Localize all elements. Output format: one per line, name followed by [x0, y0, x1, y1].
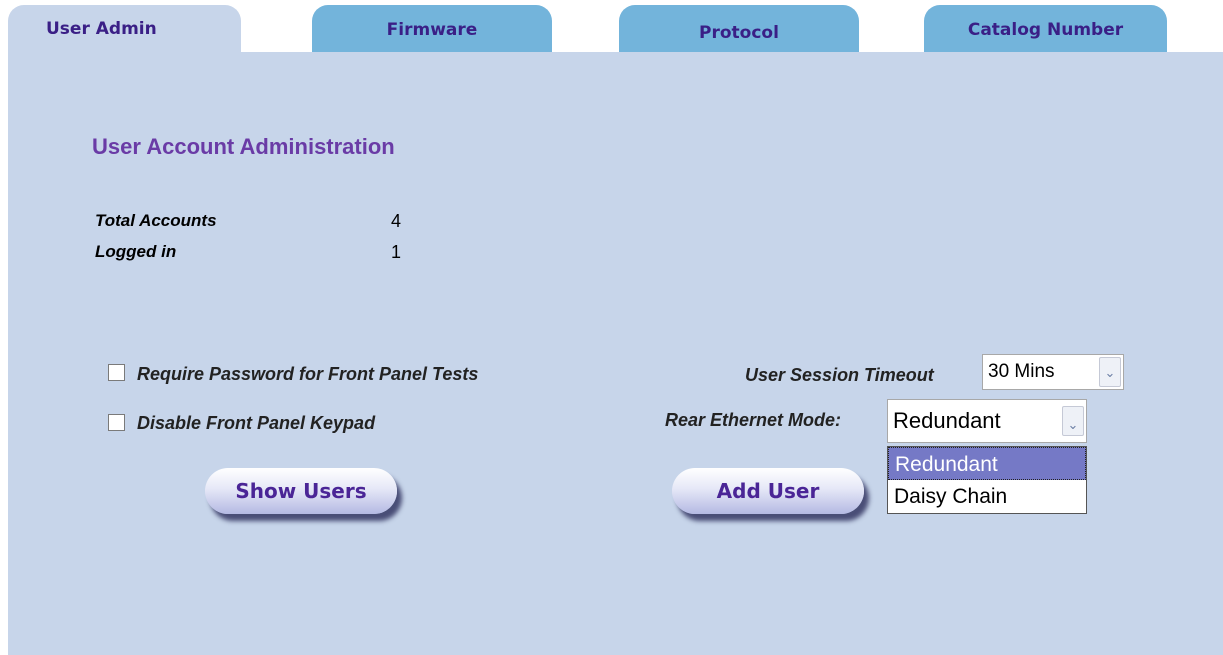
chevron-down-icon[interactable]: ⌄: [1099, 357, 1121, 387]
stat-value-total-accounts: 4: [391, 211, 402, 231]
tab-protocol[interactable]: Protocol: [619, 5, 859, 52]
stat-label-total-accounts: Total Accounts: [95, 211, 217, 230]
require-password-label: Require Password for Front Panel Tests: [137, 364, 479, 384]
show-users-button[interactable]: Show Users: [205, 468, 397, 514]
add-user-button[interactable]: Add User: [672, 468, 864, 514]
tab-label: Firmware: [386, 20, 478, 40]
require-password-checkbox[interactable]: [108, 364, 125, 381]
tab-label: Protocol: [699, 23, 779, 43]
ethernet-mode-value: Redundant: [893, 408, 1001, 433]
dropdown-option-daisy-chain[interactable]: Daisy Chain: [888, 480, 1086, 513]
ethernet-mode-dropdown-list: Redundant Daisy Chain: [887, 446, 1087, 514]
tab-catalog-number[interactable]: Catalog Number: [924, 5, 1167, 52]
session-timeout-select[interactable]: 30 Mins ⌄: [982, 354, 1124, 390]
disable-keypad-checkbox[interactable]: [108, 414, 125, 431]
ethernet-mode-select[interactable]: Redundant ⌄: [887, 399, 1087, 443]
session-timeout-value: 30 Mins: [988, 361, 1055, 382]
chevron-down-icon[interactable]: ⌄: [1062, 406, 1084, 436]
stat-value-logged-in: 1: [391, 242, 402, 262]
page-title: User Account Administration: [92, 134, 395, 159]
dropdown-option-redundant[interactable]: Redundant: [888, 447, 1086, 480]
disable-keypad-label: Disable Front Panel Keypad: [137, 413, 376, 433]
ethernet-mode-label: Rear Ethernet Mode:: [665, 410, 842, 430]
tab-label: Catalog Number: [967, 20, 1124, 40]
stat-label-logged-in: Logged in: [95, 242, 177, 261]
tab-firmware[interactable]: Firmware: [312, 5, 552, 52]
session-timeout-label: User Session Timeout: [745, 365, 934, 385]
tab-label: User Admin: [46, 19, 157, 39]
